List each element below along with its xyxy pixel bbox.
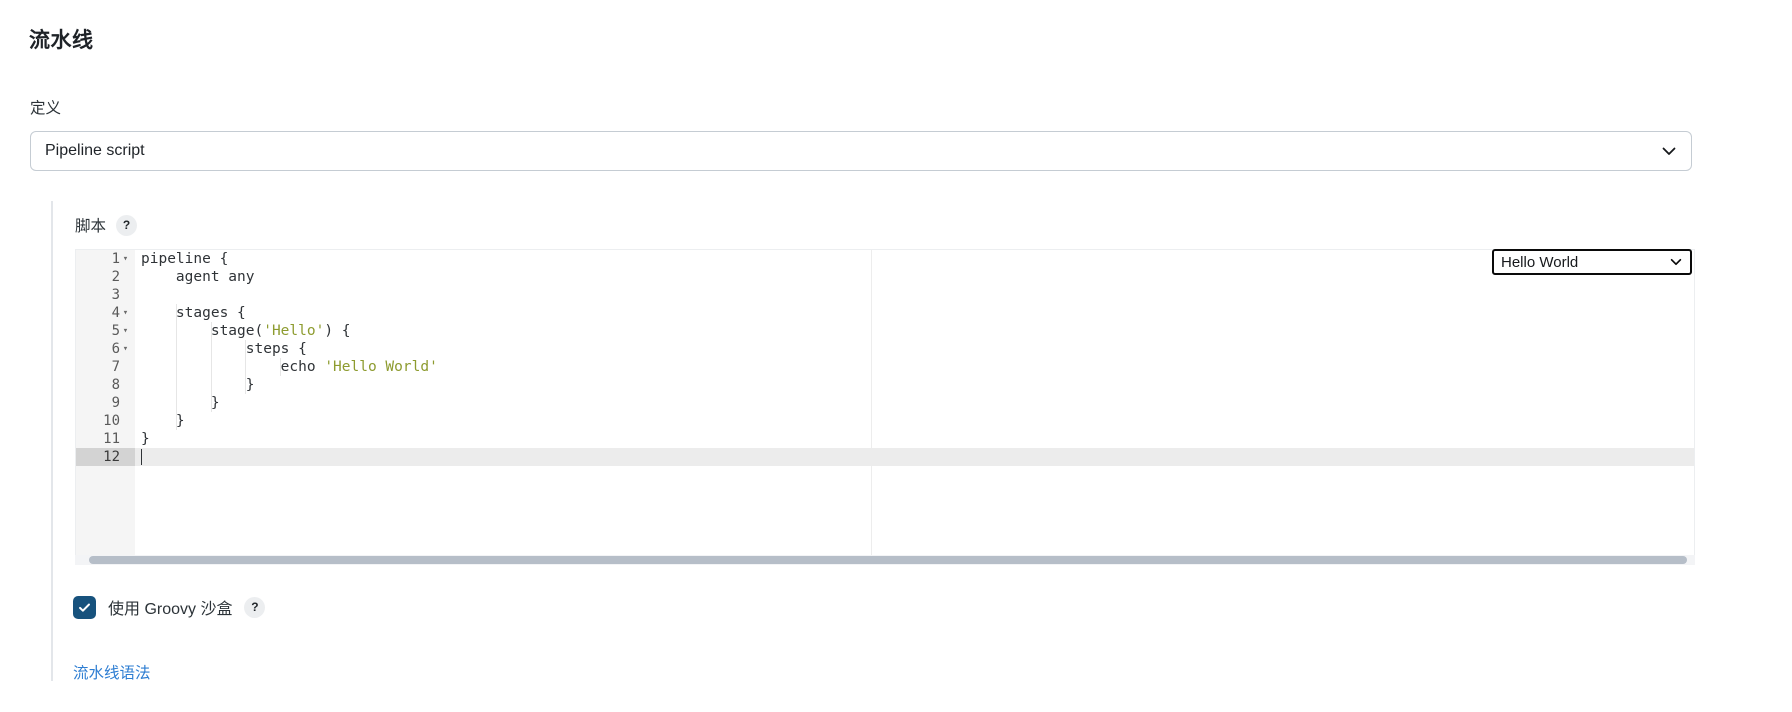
script-label-row: 脚本 ? — [75, 214, 138, 236]
checkmark-icon — [77, 600, 92, 615]
groovy-sandbox-row: 使用 Groovy 沙盒 ? — [73, 595, 266, 619]
line-number: 7 — [111, 359, 120, 375]
code-line-3[interactable] — [135, 286, 1694, 304]
gutter-line-5: 5 ▾ — [76, 322, 135, 340]
code-string: 'Hello World' — [324, 359, 438, 375]
line-number: 2 — [111, 269, 120, 285]
code-line-10[interactable]: } — [135, 412, 1694, 430]
line-number: 10 — [103, 413, 120, 429]
gutter-line-3: 3▾ — [76, 286, 135, 304]
script-section: 脚本 ? 1▾2▾3▾4▾5▾6▾7▾8▾9▾10▾11▾12▾ pipelin… — [51, 201, 1696, 681]
code-line-2[interactable]: agent any — [135, 268, 1694, 286]
chevron-down-icon — [1661, 143, 1677, 159]
scrollbar-thumb[interactable] — [89, 556, 1687, 564]
gutter-line-4: 4 ▾ — [76, 304, 135, 322]
groovy-sandbox-label: 使用 Groovy 沙盒 — [108, 601, 233, 618]
page-title: 流水线 — [29, 29, 94, 52]
gutter-line-9: 9▾ — [76, 394, 135, 412]
gutter-line-7: 7▾ — [76, 358, 135, 376]
code-line-11[interactable]: } — [135, 430, 1694, 448]
code-line-5[interactable]: stage('Hello') { — [135, 322, 1694, 340]
code-string: 'Hello' — [263, 323, 325, 339]
fold-toggle-icon[interactable]: ▾ — [120, 340, 131, 358]
code-line-7[interactable]: echo 'Hello World' — [135, 358, 1694, 376]
line-number: 5 — [111, 323, 120, 339]
fold-toggle-icon[interactable]: ▾ — [120, 304, 131, 322]
script-help-icon[interactable]: ? — [116, 214, 138, 236]
code-line-4[interactable]: stages { — [135, 304, 1694, 322]
line-number: 3 — [111, 287, 120, 303]
line-number: 6 — [111, 341, 120, 357]
pipeline-syntax-link[interactable]: 流水线语法 — [73, 661, 151, 683]
script-code-editor[interactable]: 1▾2▾3▾4▾5▾6▾7▾8▾9▾10▾11▾12▾ pipeline { a… — [75, 249, 1695, 555]
sample-script-select-value: Hello World — [1501, 253, 1579, 271]
groovy-sandbox-help-icon[interactable]: ? — [244, 596, 266, 618]
editor-line-number-gutter: 1▾2▾3▾4▾5▾6▾7▾8▾9▾10▾11▾12▾ — [76, 250, 135, 555]
fold-toggle-icon[interactable]: ▾ — [120, 250, 131, 268]
code-line-1[interactable]: pipeline { — [135, 250, 1694, 268]
code-line-8[interactable]: } — [135, 376, 1694, 394]
line-number: 1 — [111, 251, 120, 267]
line-number: 4 — [111, 305, 120, 321]
definition-select-value: Pipeline script — [45, 142, 145, 159]
fold-toggle-icon[interactable]: ▾ — [120, 322, 131, 340]
code-line-12[interactable] — [135, 448, 1694, 466]
gutter-line-12: 12▾ — [76, 448, 135, 466]
gutter-line-10: 10▾ — [76, 412, 135, 430]
pipeline-config-page: 流水线 定义 Pipeline script 脚本 ? 1▾2▾3▾4▾5▾6▾… — [0, 0, 1792, 712]
code-line-6[interactable]: steps { — [135, 340, 1694, 358]
script-label: 脚本 — [75, 218, 107, 235]
chevron-down-icon — [1669, 255, 1683, 269]
editor-code-area[interactable]: pipeline { agent any stages { stage('Hel… — [135, 250, 1694, 555]
definition-label: 定义 — [30, 100, 62, 117]
definition-select[interactable]: Pipeline script — [30, 131, 1692, 171]
code-line-9[interactable]: } — [135, 394, 1694, 412]
sample-script-select[interactable]: Hello World — [1492, 249, 1692, 275]
gutter-line-6: 6 ▾ — [76, 340, 135, 358]
gutter-line-11: 11▾ — [76, 430, 135, 448]
editor-horizontal-scrollbar[interactable] — [75, 555, 1695, 565]
line-number: 12 — [103, 449, 120, 465]
line-number: 8 — [111, 377, 120, 393]
gutter-line-2: 2▾ — [76, 268, 135, 286]
line-number: 9 — [111, 395, 120, 411]
text-cursor — [141, 449, 142, 465]
gutter-line-8: 8▾ — [76, 376, 135, 394]
line-number: 11 — [103, 431, 120, 447]
groovy-sandbox-checkbox[interactable] — [73, 595, 96, 619]
gutter-line-1: 1 ▾ — [76, 250, 135, 268]
